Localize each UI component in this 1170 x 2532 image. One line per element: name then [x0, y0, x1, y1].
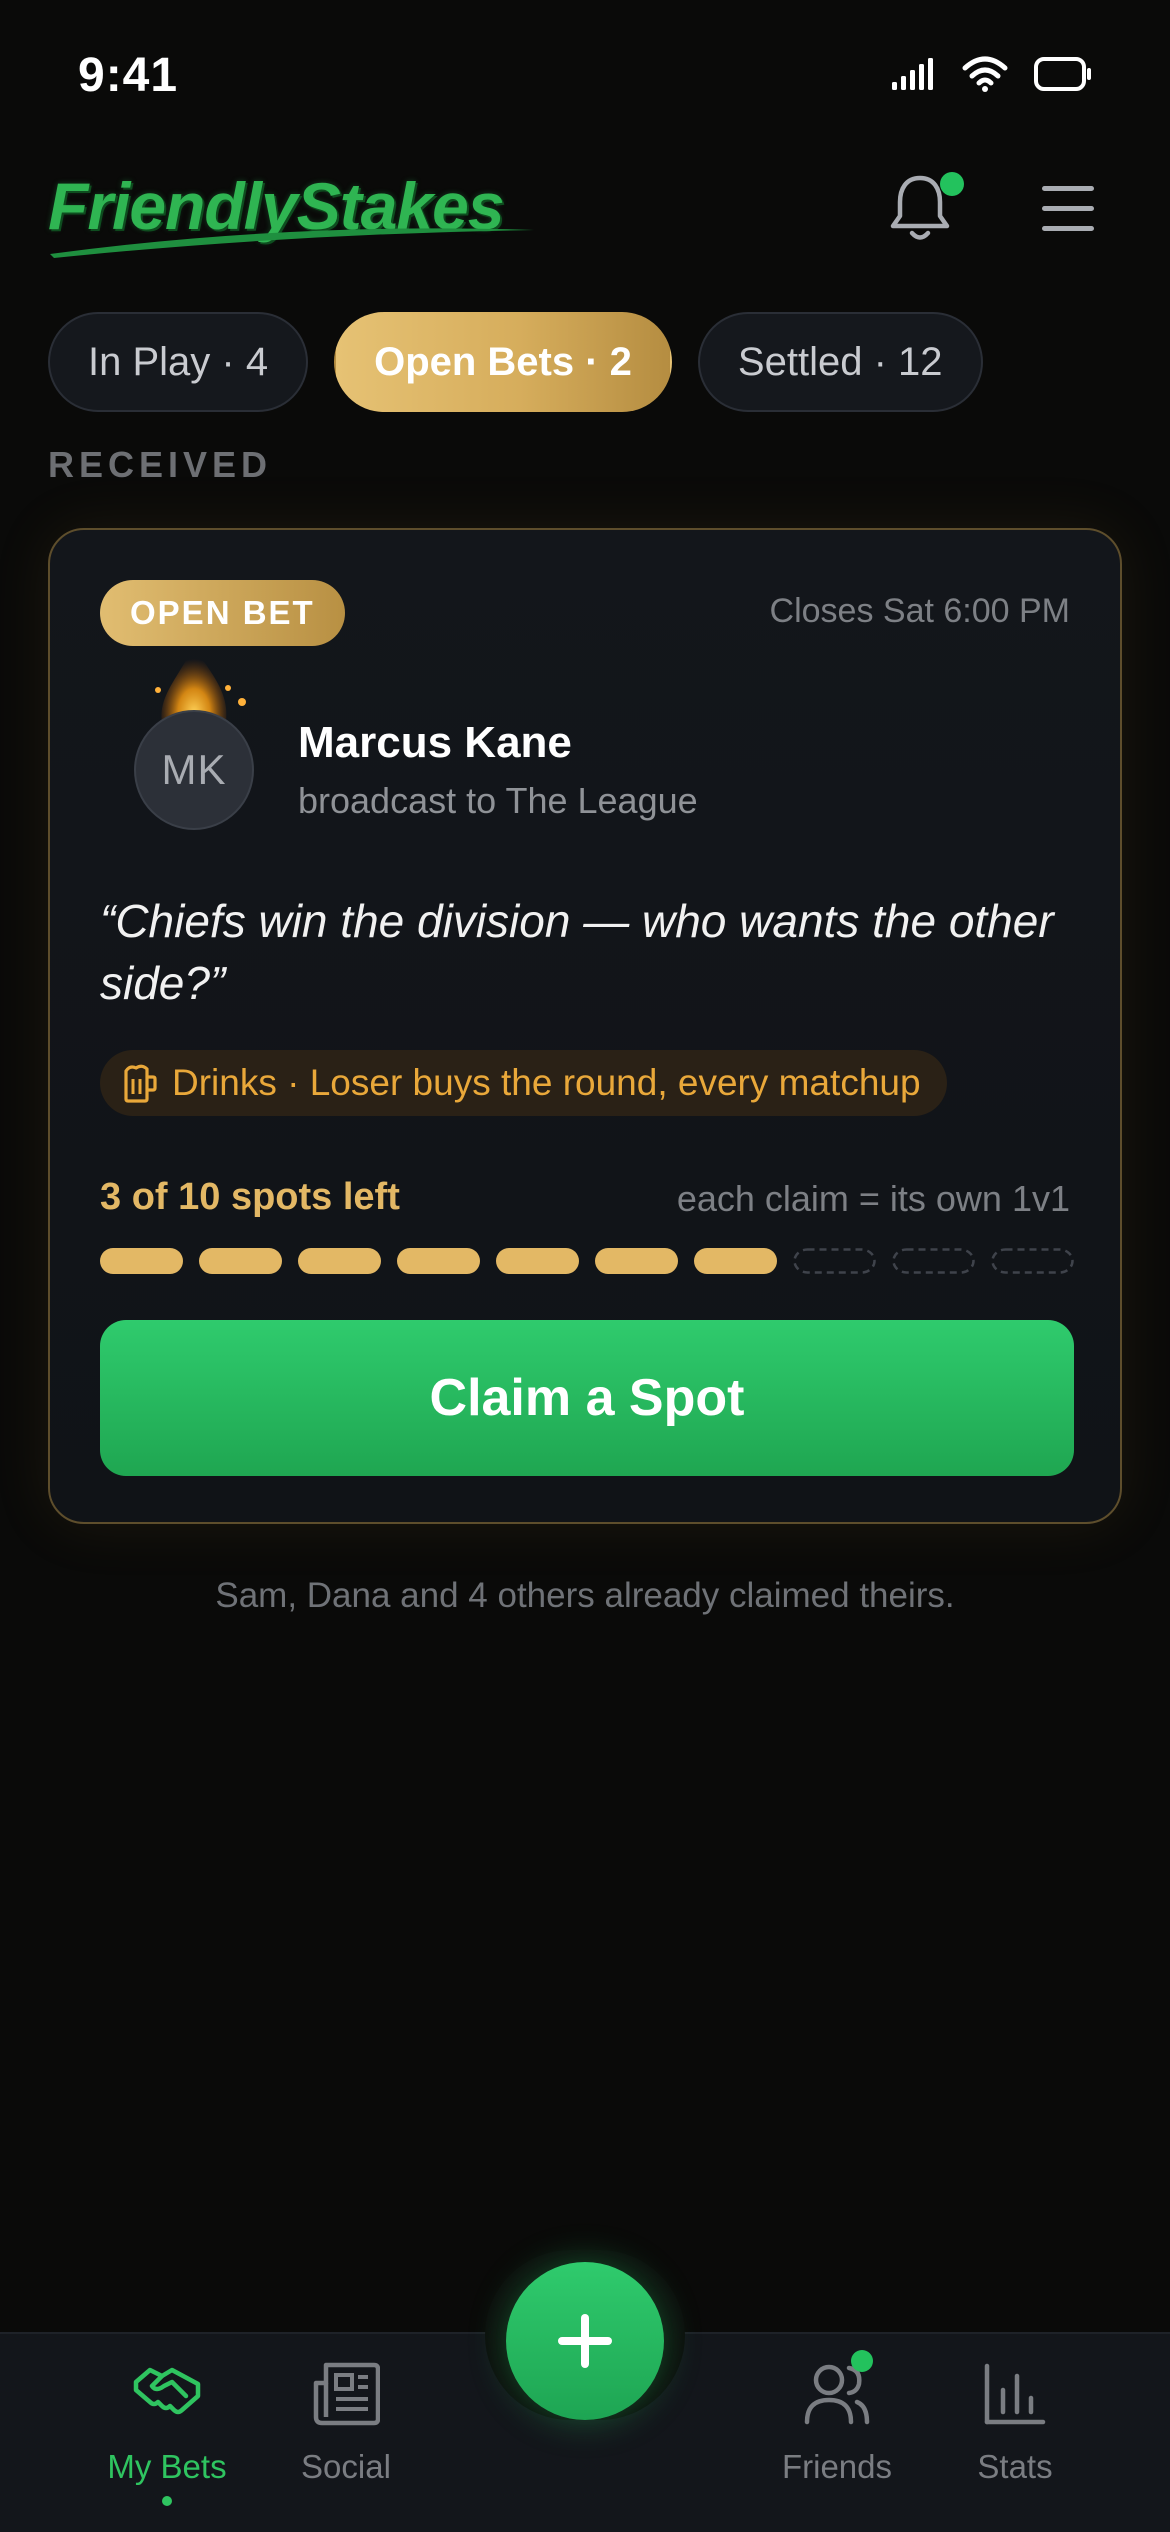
notifications-button[interactable]	[888, 172, 964, 248]
claimed-footnote: Sam, Dana and 4 others already claimed t…	[215, 1576, 955, 1615]
handshake-icon	[127, 2354, 207, 2434]
beer-mug-icon	[124, 1064, 157, 1103]
notification-dot	[940, 172, 964, 196]
newspaper-icon	[306, 2354, 386, 2434]
nav-label: Stats	[977, 2448, 1053, 2485]
app-logo: FriendlyStakes	[48, 168, 538, 258]
bet-tabs: In Play · 4 Open Bets · 2 Settled · 12	[48, 312, 983, 412]
new-bet-fab[interactable]	[506, 2262, 664, 2420]
nav-label: My Bets	[107, 2448, 227, 2485]
plus-icon	[558, 2314, 612, 2368]
friends-icon	[797, 2350, 877, 2434]
sender-subtitle: broadcast to The League	[298, 780, 698, 821]
nav-social[interactable]: Social	[261, 2354, 431, 2524]
spot-open	[892, 1248, 975, 1274]
status-time: 9:41	[78, 49, 179, 102]
spot-claimed	[496, 1248, 579, 1274]
sender-avatar-wrap: MK	[124, 640, 264, 830]
spot-claimed	[595, 1248, 678, 1274]
sender-name: Marcus Kane	[298, 718, 572, 767]
active-indicator	[162, 2496, 172, 2506]
spot-claimed	[100, 1248, 183, 1274]
spot-claimed	[298, 1248, 381, 1274]
menu-button[interactable]	[1040, 182, 1096, 236]
hamburger-icon	[1042, 186, 1094, 231]
nav-label: Social	[301, 2448, 391, 2485]
nav-stats[interactable]: Stats	[930, 2354, 1100, 2524]
bar-chart-icon	[975, 2354, 1055, 2434]
spots-meter	[100, 1248, 1074, 1274]
logo-swoosh-icon	[50, 228, 534, 258]
avatar[interactable]: MK	[134, 710, 254, 830]
status-icons	[892, 56, 1092, 92]
stake-text: Drinks · Loser buys the round, every mat…	[172, 1062, 921, 1103]
nav-friends[interactable]: Friends	[752, 2350, 922, 2524]
signal-icon	[892, 58, 933, 90]
friends-notification-dot	[851, 2350, 873, 2372]
tab-in-play[interactable]: In Play · 4	[48, 312, 309, 412]
nav-my-bets[interactable]: My Bets	[82, 2354, 252, 2524]
spot-claimed	[199, 1248, 282, 1274]
bet-quote: “Chiefs win the division — who wants the…	[100, 895, 1054, 1009]
spot-open	[991, 1248, 1074, 1274]
battery-icon	[1034, 57, 1091, 91]
open-bet-card: OPEN BET Closes Sat 6:00 PM MK Marcus Ka…	[48, 528, 1122, 1524]
wifi-icon	[962, 56, 1008, 92]
section-label: RECEIVED	[48, 444, 273, 485]
status-bar: 9:41	[0, 0, 1170, 150]
spot-open	[793, 1248, 876, 1274]
spot-claimed	[397, 1248, 480, 1274]
spot-claimed	[694, 1248, 777, 1274]
closes-time: Closes Sat 6:00 PM	[769, 592, 1070, 630]
spots-left: 3 of 10 spots left	[100, 1176, 400, 1218]
open-bet-badge: OPEN BET	[100, 580, 345, 646]
stake-pill: Drinks · Loser buys the round, every mat…	[100, 1050, 947, 1116]
nav-label: Friends	[781, 2448, 893, 2485]
spots-note: each claim = its own 1v1	[676, 1178, 1070, 1219]
tab-open-bets[interactable]: Open Bets · 2	[334, 312, 672, 412]
tab-settled[interactable]: Settled · 12	[697, 312, 983, 412]
claim-spot-button[interactable]: Claim a Spot	[100, 1320, 1074, 1476]
